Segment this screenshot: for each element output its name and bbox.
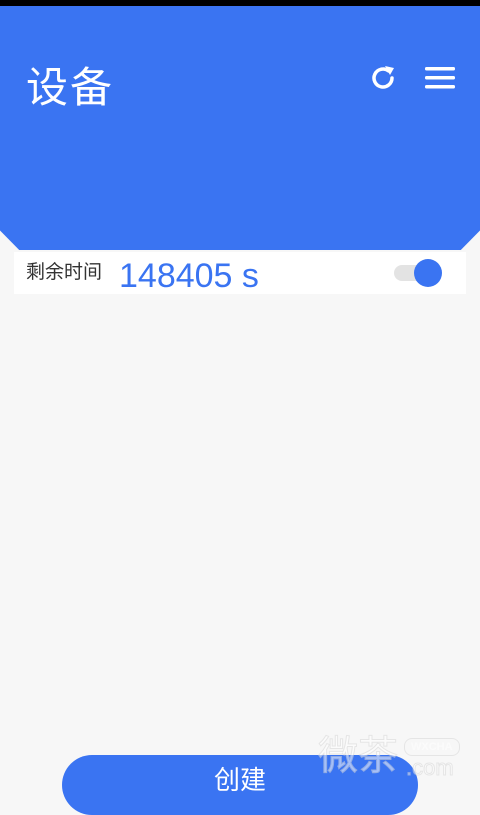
refresh-button[interactable] xyxy=(365,60,401,96)
page-title: 设备 xyxy=(26,63,115,112)
menu-button[interactable] xyxy=(422,60,458,96)
refresh-icon xyxy=(372,66,394,89)
timer-toggle[interactable] xyxy=(392,258,444,288)
timer-card: 剩余时间 148405 s xyxy=(14,252,466,295)
watermark-badge: WXCHA xyxy=(404,738,460,756)
watermark: 微茶 WXCHA .com xyxy=(318,732,464,782)
remaining-time-value: 148405 s xyxy=(119,257,259,295)
watermark-text: 微茶 xyxy=(318,733,399,780)
status-bar xyxy=(0,0,480,6)
header xyxy=(0,6,480,250)
watermark-domain: .com xyxy=(406,755,455,780)
menu-icon xyxy=(425,67,455,89)
remaining-time-label: 剩余时间 xyxy=(26,261,103,283)
toggle-thumb xyxy=(414,259,442,287)
